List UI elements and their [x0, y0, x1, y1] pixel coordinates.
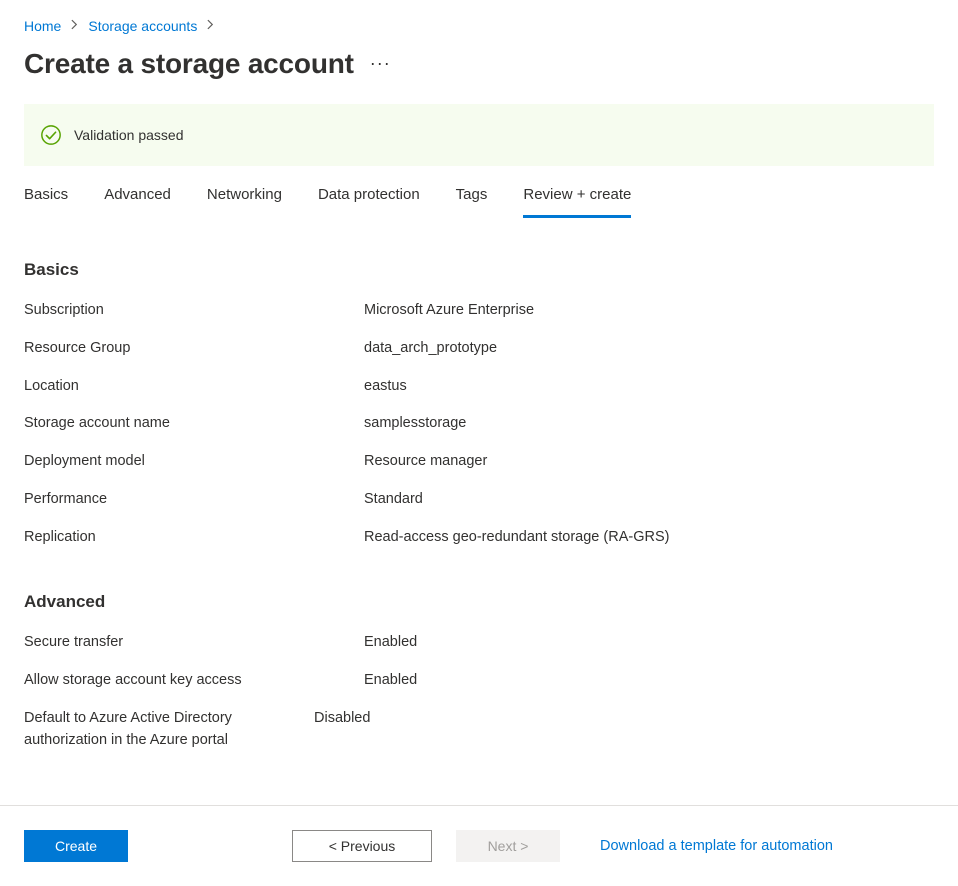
tab-review-create[interactable]: Review + create: [523, 186, 631, 218]
label-performance: Performance: [24, 489, 364, 511]
row-secure-transfer: Secure transfer Enabled: [0, 624, 958, 662]
previous-button[interactable]: < Previous: [292, 830, 432, 862]
row-location: Location eastus: [0, 368, 958, 406]
tab-advanced[interactable]: Advanced: [104, 186, 171, 218]
page-title: Create a storage account: [24, 48, 354, 80]
label-subscription: Subscription: [24, 300, 364, 322]
more-actions-icon[interactable]: ···: [370, 53, 391, 76]
row-subscription: Subscription Microsoft Azure Enterprise: [0, 292, 958, 330]
row-performance: Performance Standard: [0, 481, 958, 519]
breadcrumb-storage-accounts[interactable]: Storage accounts: [88, 18, 197, 34]
value-allow-key-access: Enabled: [364, 670, 417, 692]
validation-message: Validation passed: [74, 127, 183, 143]
download-template-link[interactable]: Download a template for automation: [600, 838, 833, 854]
value-storage-account-name: samplesstorage: [364, 413, 466, 435]
section-heading-advanced: Advanced: [0, 556, 958, 624]
validation-banner: Validation passed: [24, 104, 934, 166]
value-secure-transfer: Enabled: [364, 632, 417, 654]
label-deployment-model: Deployment model: [24, 451, 364, 473]
row-default-aad: Default to Azure Active Directory author…: [0, 700, 958, 760]
value-deployment-model: Resource manager: [364, 451, 487, 473]
label-resource-group: Resource Group: [24, 338, 364, 360]
tabs: Basics Advanced Networking Data protecti…: [0, 166, 958, 218]
value-performance: Standard: [364, 489, 423, 511]
section-heading-basics: Basics: [0, 218, 958, 292]
label-secure-transfer: Secure transfer: [24, 632, 364, 654]
tab-data-protection[interactable]: Data protection: [318, 186, 420, 218]
page-header: Create a storage account ···: [0, 34, 958, 104]
checkmark-circle-icon: [40, 124, 62, 146]
value-subscription: Microsoft Azure Enterprise: [364, 300, 534, 322]
footer: Create < Previous Next > Download a temp…: [0, 806, 958, 886]
row-replication: Replication Read-access geo-redundant st…: [0, 519, 958, 557]
value-resource-group: data_arch_prototype: [364, 338, 497, 360]
chevron-right-icon: [207, 19, 214, 33]
next-button: Next >: [456, 830, 560, 862]
row-deployment-model: Deployment model Resource manager: [0, 443, 958, 481]
row-storage-account-name: Storage account name samplesstorage: [0, 405, 958, 443]
tab-networking[interactable]: Networking: [207, 186, 282, 218]
value-replication: Read-access geo-redundant storage (RA-GR…: [364, 527, 669, 549]
value-default-aad: Disabled: [314, 708, 370, 730]
value-location: eastus: [364, 376, 407, 398]
label-storage-account-name: Storage account name: [24, 413, 364, 435]
label-replication: Replication: [24, 527, 364, 549]
row-allow-key-access: Allow storage account key access Enabled: [0, 662, 958, 700]
chevron-right-icon: [71, 19, 78, 33]
tab-tags[interactable]: Tags: [456, 186, 488, 218]
create-button[interactable]: Create: [24, 830, 128, 862]
tab-basics[interactable]: Basics: [24, 186, 68, 218]
breadcrumb: Home Storage accounts: [0, 0, 958, 34]
row-resource-group: Resource Group data_arch_prototype: [0, 330, 958, 368]
label-default-aad: Default to Azure Active Directory author…: [24, 708, 314, 752]
label-allow-key-access: Allow storage account key access: [24, 670, 364, 692]
breadcrumb-home[interactable]: Home: [24, 18, 61, 34]
label-location: Location: [24, 376, 364, 398]
